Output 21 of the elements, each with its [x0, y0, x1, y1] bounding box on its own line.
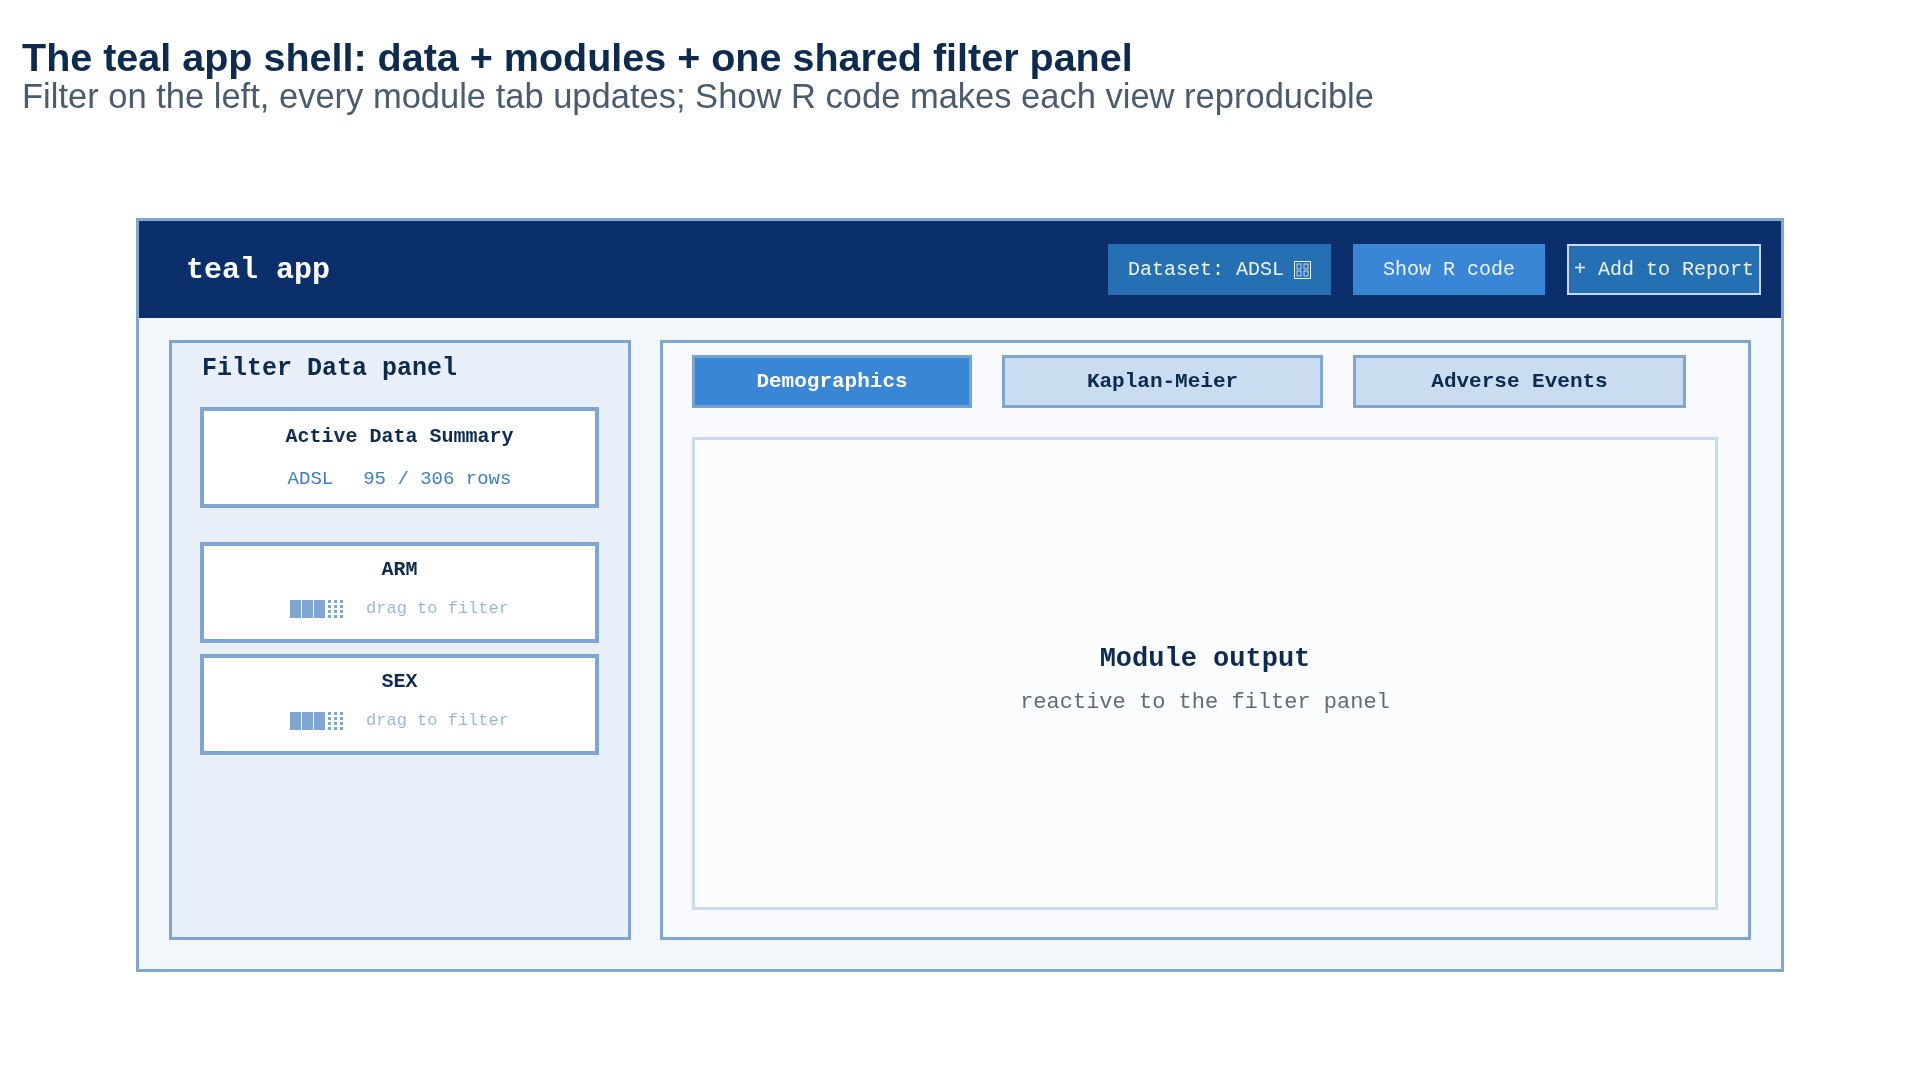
module-tab[interactable]: Kaplan-Meier	[1002, 355, 1323, 408]
page-title: The teal app shell: data + modules + one shared filter panel	[22, 37, 1133, 77]
filter-hint: drag to filter	[366, 710, 509, 732]
dataset-dropdown[interactable]: Dataset: ADSL	[1108, 244, 1331, 295]
filter-hint: drag to filter	[366, 598, 509, 620]
missing-glyph-icon	[1294, 260, 1311, 279]
app-title: teal app	[186, 252, 331, 287]
output-subtitle: reactive to the filter panel	[1020, 689, 1390, 716]
filter-panel-title: Filter Data panel	[201, 355, 458, 383]
output-title: Module output	[1099, 643, 1311, 674]
add-to-report-button[interactable]: + Add to Report	[1567, 244, 1761, 295]
module-tab[interactable]: Adverse Events	[1353, 355, 1686, 408]
filter-variable: ARM	[381, 558, 418, 582]
dataset-name: ADSL	[287, 467, 334, 491]
filter-variable: SEX	[381, 670, 418, 694]
bar-icon	[290, 600, 345, 618]
row-count: 95 / 306 rows	[363, 467, 512, 491]
module-tab[interactable]: Demographics	[692, 355, 972, 408]
bar-icon	[290, 712, 345, 730]
summary-title: Active Data Summary	[285, 425, 514, 449]
show-code-button[interactable]: Show R code	[1353, 244, 1545, 295]
